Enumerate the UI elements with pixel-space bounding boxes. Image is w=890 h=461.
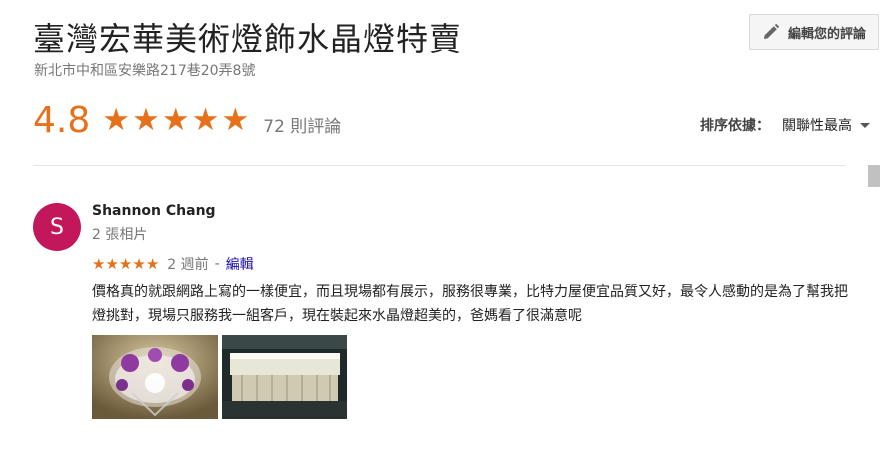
star-icon: ★ — [102, 102, 131, 138]
avatar-letter: S — [50, 214, 64, 240]
place-title: 臺灣宏華美術燈飾水晶燈特賣 — [33, 20, 463, 58]
edit-link[interactable]: 編輯 — [226, 254, 254, 274]
rating-score: 4.8 — [33, 100, 91, 141]
reviewer-name[interactable]: Shannon Chang — [92, 203, 216, 219]
sort-label: 排序依據： — [700, 118, 770, 134]
review-date: 2 週前 — [167, 257, 209, 273]
star-icon: ★ — [132, 254, 146, 273]
review-meta: ★ ★ ★ ★ ★ 2 週前 - 編輯 — [92, 254, 254, 274]
reviewer-photo-count: 2 張相片 — [92, 227, 148, 243]
scrollbar-thumb[interactable] — [868, 165, 880, 187]
place-address: 新北市中和區安樂路217巷20弄8號 — [34, 63, 256, 79]
star-icon: ★ — [145, 254, 160, 273]
sort-value[interactable]: 關聯性最高 — [782, 115, 852, 135]
star-icon: ★ — [132, 102, 160, 138]
review-count: 72 則評論 — [263, 117, 342, 137]
pencil-icon — [762, 23, 780, 41]
review-text: 價格真的就跟網路上寫的一樣便宜，而且現場都有展示，服務很專業，比特力屋便宜品質又… — [92, 284, 848, 324]
star-icon: ★ — [191, 102, 220, 138]
divider — [33, 165, 845, 166]
meta-separator: - — [214, 256, 220, 272]
star-icon: ★ — [221, 102, 250, 138]
star-icon: ★ — [92, 254, 106, 273]
edit-review-button[interactable]: 編輯您的評論 — [749, 14, 879, 50]
sort-dropdown[interactable]: 排序依據： 關聯性最高 — [700, 115, 870, 135]
review-photo-chandelier-purple[interactable] — [92, 335, 218, 419]
avatar[interactable]: S — [33, 203, 81, 251]
edit-review-label: 編輯您的評論 — [787, 26, 866, 42]
star-icon: ★ — [161, 102, 190, 138]
review-photo-chandelier-rectangular[interactable] — [222, 335, 347, 419]
rating-stars: ★ ★ ★ ★ ★ — [102, 105, 249, 136]
chevron-down-icon[interactable] — [860, 122, 870, 128]
star-icon: ★ — [105, 254, 119, 273]
rating-summary: 4.8 ★ ★ ★ ★ ★ 72 則評論 — [33, 100, 341, 141]
star-icon: ★ — [118, 254, 133, 273]
